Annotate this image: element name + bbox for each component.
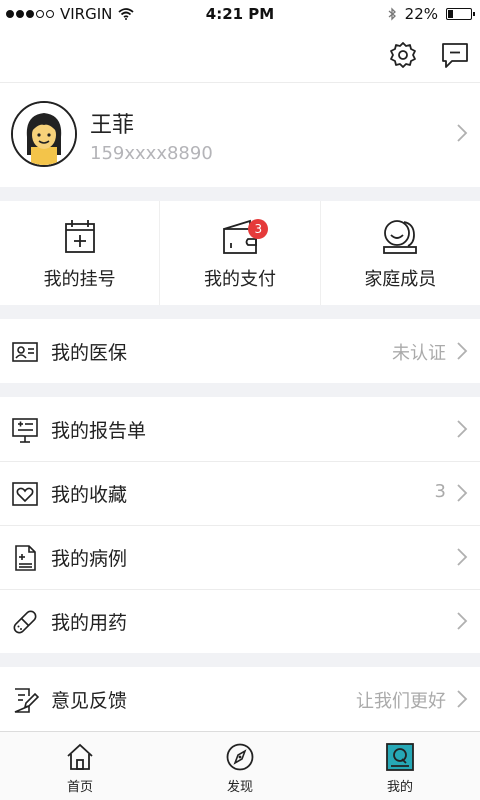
- avatar[interactable]: [11, 101, 77, 167]
- chevron-right-icon: [457, 690, 468, 708]
- feedback-hint: 让我们更好: [356, 691, 446, 712]
- menu-item-medication[interactable]: 我的用药: [0, 589, 480, 653]
- menu-label: 我的医保: [51, 342, 128, 364]
- id-card-icon: [12, 342, 38, 362]
- avatar-illustration: [13, 103, 75, 165]
- quick-label: 我的挂号: [43, 269, 116, 290]
- heart-frame-icon: [12, 482, 38, 506]
- tab-mine[interactable]: 我的: [320, 732, 480, 800]
- family-icon: [383, 220, 418, 254]
- quick-item-registration[interactable]: 我的挂号: [0, 201, 159, 305]
- menu-item-insurance[interactable]: 我的医保 未认证: [0, 319, 480, 383]
- chevron-right-icon: [457, 124, 468, 142]
- battery-label: 22%: [404, 5, 438, 23]
- tab-bar: 首页 发现 我的: [0, 731, 480, 800]
- battery-icon: [446, 8, 475, 20]
- menu-item-feedback[interactable]: 意见反馈 让我们更好: [0, 667, 480, 731]
- status-right: 22%: [388, 5, 475, 23]
- payment-badge: 3: [248, 219, 269, 239]
- menu-label: 我的病例: [51, 548, 128, 570]
- profile-tab-icon: [386, 743, 414, 771]
- chevron-right-icon: [457, 612, 468, 630]
- bluetooth-icon: [388, 7, 396, 21]
- menu-item-favorites[interactable]: 我的收藏 3: [0, 461, 480, 525]
- menu-item-report[interactable]: 我的报告单: [0, 397, 480, 461]
- status-bar: VIRGIN 4:21 PM 22%: [0, 0, 480, 28]
- profile-card[interactable]: 王菲 159xxxx8890: [0, 82, 480, 187]
- quick-label: 我的支付: [203, 269, 276, 290]
- tab-label: 发现: [226, 780, 253, 795]
- profile-name: 王菲: [90, 113, 135, 138]
- report-board-icon: [12, 418, 38, 443]
- chevron-right-icon: [457, 342, 468, 360]
- compass-icon: [226, 743, 254, 771]
- tab-home[interactable]: 首页: [0, 732, 160, 800]
- menu-label: 我的收藏: [51, 484, 128, 506]
- menu-item-cases[interactable]: 我的病例: [0, 525, 480, 589]
- insurance-status: 未认证: [392, 343, 446, 364]
- menu-label: 我的用药: [51, 612, 128, 634]
- top-bar: [0, 28, 480, 82]
- quick-item-payment[interactable]: 3 我的支付: [159, 201, 319, 305]
- favorites-count: 3: [434, 481, 446, 502]
- quick-label: 家庭成员: [364, 269, 437, 290]
- quick-actions: 我的挂号 3 我的支付 家庭成员: [0, 201, 480, 305]
- message-icon[interactable]: [440, 40, 470, 70]
- settings-gear-icon[interactable]: [388, 40, 418, 70]
- records-group: 我的报告单 我的收藏 3 我的病例 我的用药: [0, 397, 480, 653]
- chevron-right-icon: [457, 548, 468, 566]
- chevron-right-icon: [457, 484, 468, 502]
- menu-label: 我的报告单: [51, 420, 147, 442]
- tab-label: 我的: [386, 780, 413, 795]
- chevron-right-icon: [457, 420, 468, 438]
- pill-icon: [13, 610, 37, 634]
- quick-item-family[interactable]: 家庭成员: [319, 201, 480, 305]
- medical-document-icon: [15, 545, 36, 571]
- profile-phone: 159xxxx8890: [90, 143, 213, 164]
- calendar-plus-icon: [64, 220, 95, 253]
- tab-label: 首页: [66, 780, 93, 795]
- menu-label: 意见反馈: [51, 690, 128, 712]
- home-icon: [67, 743, 93, 770]
- feedback-edit-icon: [14, 688, 39, 713]
- tab-discover[interactable]: 发现: [160, 732, 320, 800]
